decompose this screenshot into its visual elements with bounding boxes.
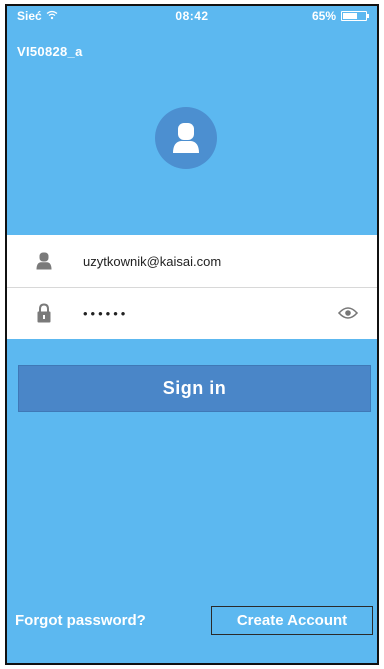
eye-icon[interactable] <box>337 302 359 324</box>
username-row <box>7 235 377 288</box>
phone-screen: Sieć 08:42 65% VI50828_a uzytkownik@kais… <box>5 4 379 665</box>
forgot-password-link[interactable]: Forgot password? <box>15 612 146 629</box>
sign-in-button[interactable]: Sign in <box>18 365 371 412</box>
password-input[interactable] <box>83 305 337 321</box>
battery-fill <box>343 13 358 19</box>
user-icon <box>32 249 56 273</box>
create-account-button[interactable]: Create Account <box>211 606 373 635</box>
username-input[interactable] <box>83 253 337 269</box>
lock-icon <box>32 301 56 325</box>
login-form <box>7 235 377 339</box>
status-right: 65% <box>311 9 369 23</box>
battery-icon <box>341 11 369 21</box>
user-avatar-icon <box>155 107 217 169</box>
device-name: VI50828_a <box>17 44 83 59</box>
status-bar: Sieć 08:42 65% <box>7 6 377 26</box>
password-row <box>7 287 377 339</box>
battery-percent: 65% <box>311 9 336 23</box>
